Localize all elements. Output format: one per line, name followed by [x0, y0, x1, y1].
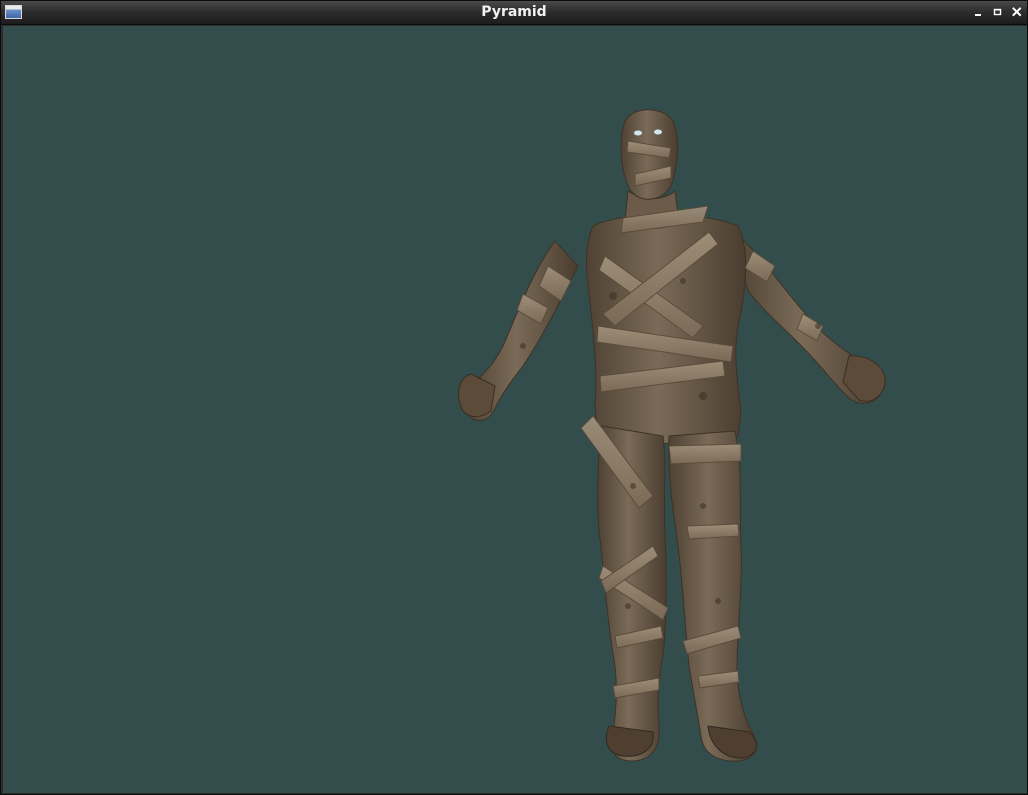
- mummy-left-eye: [634, 130, 642, 136]
- maximize-icon: [993, 8, 1002, 16]
- render-viewport[interactable]: [3, 26, 1027, 793]
- mummy-right-leg: [668, 430, 757, 762]
- application-window: Pyramid: [0, 0, 1028, 795]
- close-icon: [1012, 7, 1022, 17]
- minimize-button[interactable]: [973, 6, 985, 18]
- title-bar[interactable]: Pyramid: [1, 1, 1027, 25]
- close-button[interactable]: [1011, 6, 1023, 18]
- maximize-button[interactable]: [992, 6, 1004, 18]
- mummy-character-model: [458, 109, 886, 762]
- mummy-right-eye: [654, 129, 662, 135]
- window-title: Pyramid: [481, 4, 547, 20]
- minimize-icon: [975, 14, 981, 16]
